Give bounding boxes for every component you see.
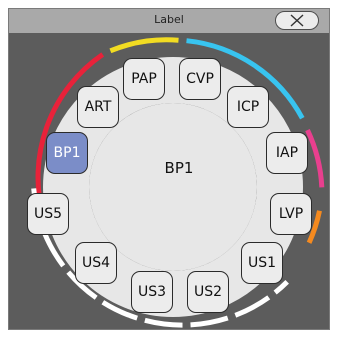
label-dialog: Label BP1 PAP CVP ICP IAP LVP US1 US2 US… <box>8 8 330 330</box>
chip-lvp[interactable]: LVP <box>270 193 312 235</box>
chip-us1[interactable]: US1 <box>241 242 283 284</box>
chip-us5[interactable]: US5 <box>27 193 69 235</box>
chip-bp1[interactable]: BP1 <box>46 132 88 174</box>
chip-us2[interactable]: US2 <box>187 271 229 313</box>
chip-iap[interactable]: IAP <box>266 132 308 174</box>
chip-us4[interactable]: US4 <box>75 242 117 284</box>
arc-magenta <box>305 129 325 188</box>
selected-label-display: BP1 <box>164 159 194 177</box>
arc-yellow <box>109 37 179 54</box>
chip-art[interactable]: ART <box>77 86 119 128</box>
chip-cvp[interactable]: CVP <box>179 58 221 100</box>
chip-us3[interactable]: US3 <box>131 271 173 313</box>
chip-icp[interactable]: ICP <box>227 86 269 128</box>
chip-pap[interactable]: PAP <box>123 58 165 100</box>
